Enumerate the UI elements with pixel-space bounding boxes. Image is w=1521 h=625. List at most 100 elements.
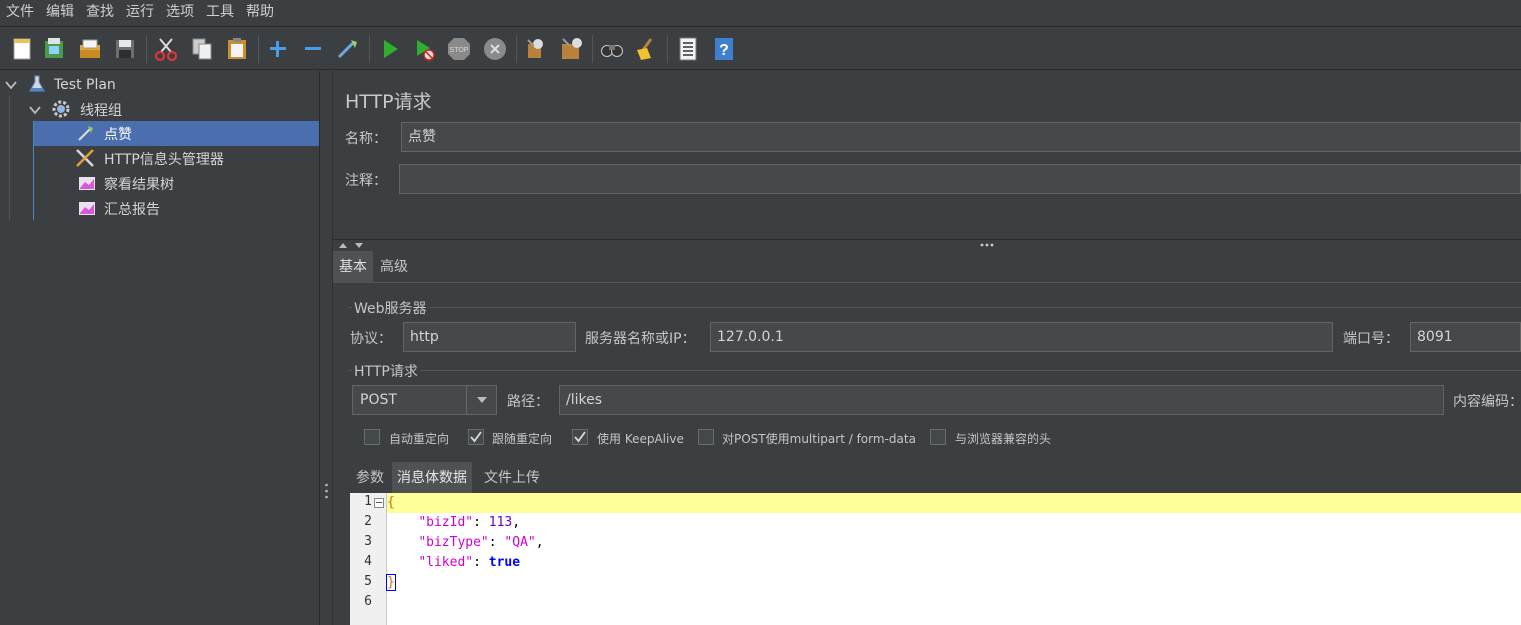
- drag-handle-icon[interactable]: [979, 242, 995, 248]
- port-label: 端口号：: [1343, 331, 1399, 347]
- multipart-checkbox[interactable]: [698, 429, 714, 445]
- gear-icon: [52, 100, 70, 118]
- tree-item-label: 察看结果树: [104, 176, 174, 193]
- listener-icon: [79, 202, 95, 215]
- line-number: 4: [364, 554, 372, 569]
- test-plan-tree: Test Plan 线程组 点赞 HTTP信息头管理器 察看结果树 汇总报告: [0, 71, 320, 625]
- copy-icon[interactable]: [188, 35, 216, 63]
- json-comma: ,: [535, 535, 544, 550]
- tree-item-label: 线程组: [80, 102, 122, 119]
- checkmark-icon: [470, 431, 482, 443]
- code-line: }: [386, 573, 1521, 593]
- menu-file[interactable]: 文件: [0, 0, 40, 26]
- tree-item-label: HTTP信息头管理器: [104, 151, 224, 168]
- reset-search-icon[interactable]: [632, 35, 660, 63]
- line-number: 2: [364, 514, 372, 529]
- web-server-group-title: Web服务器: [352, 298, 429, 318]
- browser-headers-label: 与浏览器兼容的头: [955, 432, 1052, 446]
- horizontal-splitter[interactable]: [333, 239, 1521, 249]
- menu-tools[interactable]: 工具: [200, 0, 240, 26]
- collapse-icon[interactable]: [299, 35, 327, 63]
- multipart-label: 对POST使用multipart / form-data: [722, 432, 916, 446]
- json-separator: :: [473, 555, 489, 570]
- test-plan-icon: [29, 75, 45, 92]
- stop-icon[interactable]: STOP: [445, 35, 473, 63]
- code-line: {: [387, 493, 1521, 513]
- method-value: POST: [360, 392, 397, 408]
- help-icon[interactable]: ?: [710, 35, 738, 63]
- tab-basic[interactable]: 基本: [333, 251, 373, 283]
- chevron-down-icon[interactable]: [28, 103, 42, 117]
- tab-advanced[interactable]: 高级: [374, 251, 414, 283]
- clear-icon[interactable]: [521, 35, 549, 63]
- menu-edit[interactable]: 编辑: [40, 0, 80, 26]
- http-request-panel: HTTP请求 名称： 点赞 注释： 基本 高级 Web服务器 协议： http …: [333, 71, 1521, 625]
- name-label: 名称：: [345, 131, 387, 147]
- tree-item-like-sampler[interactable]: 点赞: [34, 121, 319, 146]
- server-input[interactable]: 127.0.0.1: [710, 322, 1333, 352]
- expand-icon[interactable]: [264, 35, 292, 63]
- tree-item-thread-group[interactable]: 线程组: [0, 97, 320, 122]
- toggle-icon[interactable]: [334, 35, 362, 63]
- tree-item-summary-report[interactable]: 汇总报告: [34, 196, 319, 221]
- comment-input[interactable]: [399, 164, 1521, 194]
- shutdown-icon[interactable]: [481, 35, 509, 63]
- new-icon[interactable]: [8, 35, 36, 63]
- collapse-arrows-icon[interactable]: [338, 242, 364, 250]
- svg-text:STOP: STOP: [450, 47, 469, 54]
- browser-headers-checkbox[interactable]: [930, 429, 946, 445]
- function-helper-icon[interactable]: [674, 35, 702, 63]
- port-input[interactable]: 8091: [1410, 322, 1521, 352]
- vertical-splitter[interactable]: [319, 71, 333, 625]
- json-value: "QA": [504, 535, 536, 550]
- line-number-gutter: 1 2 3 4 5 6: [350, 493, 387, 625]
- menu-help[interactable]: 帮助: [240, 0, 280, 26]
- tree-item-header-manager[interactable]: HTTP信息头管理器: [34, 146, 319, 171]
- tab-file-upload[interactable]: 文件上传: [479, 462, 545, 494]
- keepalive-label: 使用 KeepAlive: [597, 432, 684, 446]
- method-select[interactable]: POST: [352, 385, 497, 415]
- chevron-down-icon[interactable]: [4, 78, 18, 92]
- toolbar: STOP ?: [0, 26, 1521, 70]
- open-icon[interactable]: [76, 35, 104, 63]
- tab-body-data[interactable]: 消息体数据: [392, 462, 472, 494]
- path-input[interactable]: /likes: [559, 385, 1444, 415]
- server-label: 服务器名称或IP：: [585, 331, 696, 347]
- keepalive-checkbox[interactable]: [572, 429, 588, 445]
- cut-icon[interactable]: [152, 35, 180, 63]
- code-line: "bizType": "QA",: [387, 533, 1521, 553]
- tab-parameters[interactable]: 参数: [351, 462, 389, 494]
- clear-all-icon[interactable]: [557, 35, 585, 63]
- search-icon[interactable]: [598, 35, 626, 63]
- protocol-input[interactable]: http: [403, 322, 576, 352]
- name-input[interactable]: 点赞: [401, 122, 1521, 152]
- chevron-down-icon[interactable]: [466, 386, 496, 414]
- http-sampler-icon: [78, 126, 93, 141]
- json-value: true: [488, 555, 521, 570]
- body-data-editor[interactable]: 1 2 3 4 5 6 { "bizId": 113, "bizType": "…: [350, 493, 1521, 625]
- menu-run[interactable]: 运行: [120, 0, 160, 26]
- tree-item-view-results-tree[interactable]: 察看结果树: [34, 171, 319, 196]
- save-icon[interactable]: [111, 35, 139, 63]
- follow-redirect-checkbox[interactable]: [468, 429, 484, 445]
- http-request-group-title: HTTP请求: [352, 361, 420, 381]
- json-comma: ,: [512, 515, 521, 530]
- auto-redirect-checkbox[interactable]: [364, 429, 380, 445]
- paste-icon[interactable]: [223, 35, 251, 63]
- start-icon[interactable]: [376, 35, 404, 63]
- fold-collapse-icon[interactable]: [374, 498, 384, 508]
- json-separator: :: [488, 535, 505, 550]
- tree-item-label: 点赞: [104, 126, 132, 143]
- menu-options[interactable]: 选项: [160, 0, 200, 26]
- drag-handle-icon[interactable]: [325, 483, 328, 499]
- json-key: "bizType": [418, 535, 489, 550]
- encoding-label: 内容编码：: [1453, 394, 1521, 410]
- tree-item-test-plan[interactable]: Test Plan: [0, 72, 320, 97]
- start-no-timers-icon[interactable]: [410, 35, 438, 63]
- templates-icon[interactable]: [40, 35, 68, 63]
- code-line: "bizId": 113,: [387, 513, 1521, 533]
- panel-title: HTTP请求: [345, 91, 432, 113]
- menu-search[interactable]: 查找: [80, 0, 120, 26]
- close-brace: }: [386, 574, 396, 591]
